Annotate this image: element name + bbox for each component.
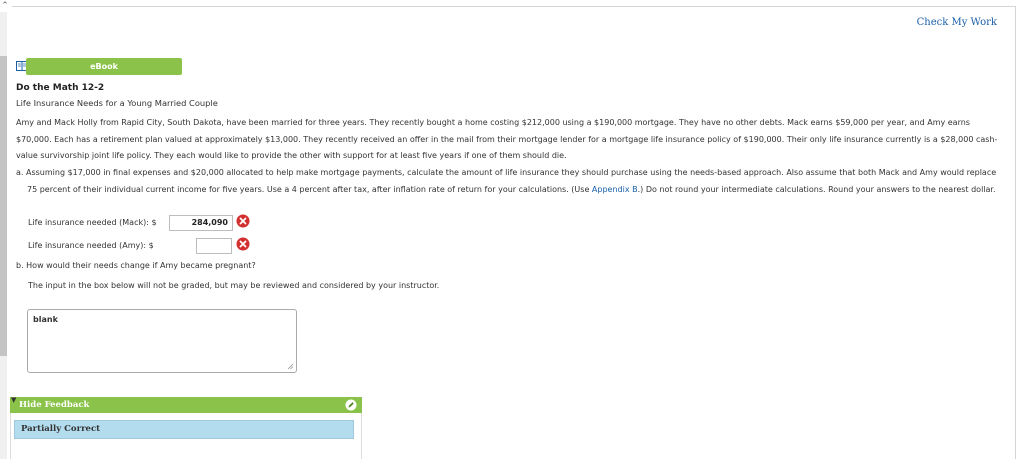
mack-label: Life insurance needed (Mack): $ — [28, 218, 157, 227]
right-divider — [1015, 6, 1016, 459]
grading-note: The input in the box below will not be g… — [28, 281, 440, 290]
incorrect-icon — [236, 237, 250, 251]
edit-icon[interactable] — [345, 399, 357, 411]
hide-feedback-toggle[interactable]: Hide Feedback — [10, 397, 362, 413]
scrollbar-thumb[interactable] — [0, 56, 7, 356]
problem-paragraph: Amy and Mack Holly from Rapid City, Sout… — [16, 118, 998, 160]
scroll-up-arrow-icon[interactable]: ⌃ — [0, 0, 10, 12]
incorrect-icon — [236, 214, 250, 228]
feedback-status: Partially Correct — [14, 420, 354, 439]
amy-label: Life insurance needed (Amy): $ — [28, 241, 154, 250]
part-b-answer-textarea[interactable]: blank — [27, 309, 297, 373]
resize-handle-icon[interactable] — [287, 363, 294, 370]
collapse-triangle-icon[interactable]: ▼ — [11, 396, 16, 404]
part-b-question: b. How would their needs change if Amy b… — [16, 261, 256, 270]
problem-title: Do the Math 12-2 — [16, 83, 105, 93]
amy-insurance-input[interactable] — [196, 238, 232, 254]
part-a-text-end: .) Do not round your intermediate calcul… — [637, 184, 996, 194]
mack-insurance-input[interactable]: 284,090 — [169, 215, 233, 231]
problem-subtitle: Life Insurance Needs for a Young Married… — [16, 98, 218, 108]
part-b-answer-text: blank — [33, 315, 58, 324]
check-my-work-link[interactable]: Check My Work — [917, 17, 997, 28]
part-a-question: a. Assuming $17,000 in final expenses an… — [16, 165, 1000, 198]
appendix-b-link[interactable]: Appendix B — [592, 185, 638, 194]
top-divider — [12, 6, 1016, 7]
ebook-button[interactable]: eBook — [26, 58, 182, 75]
